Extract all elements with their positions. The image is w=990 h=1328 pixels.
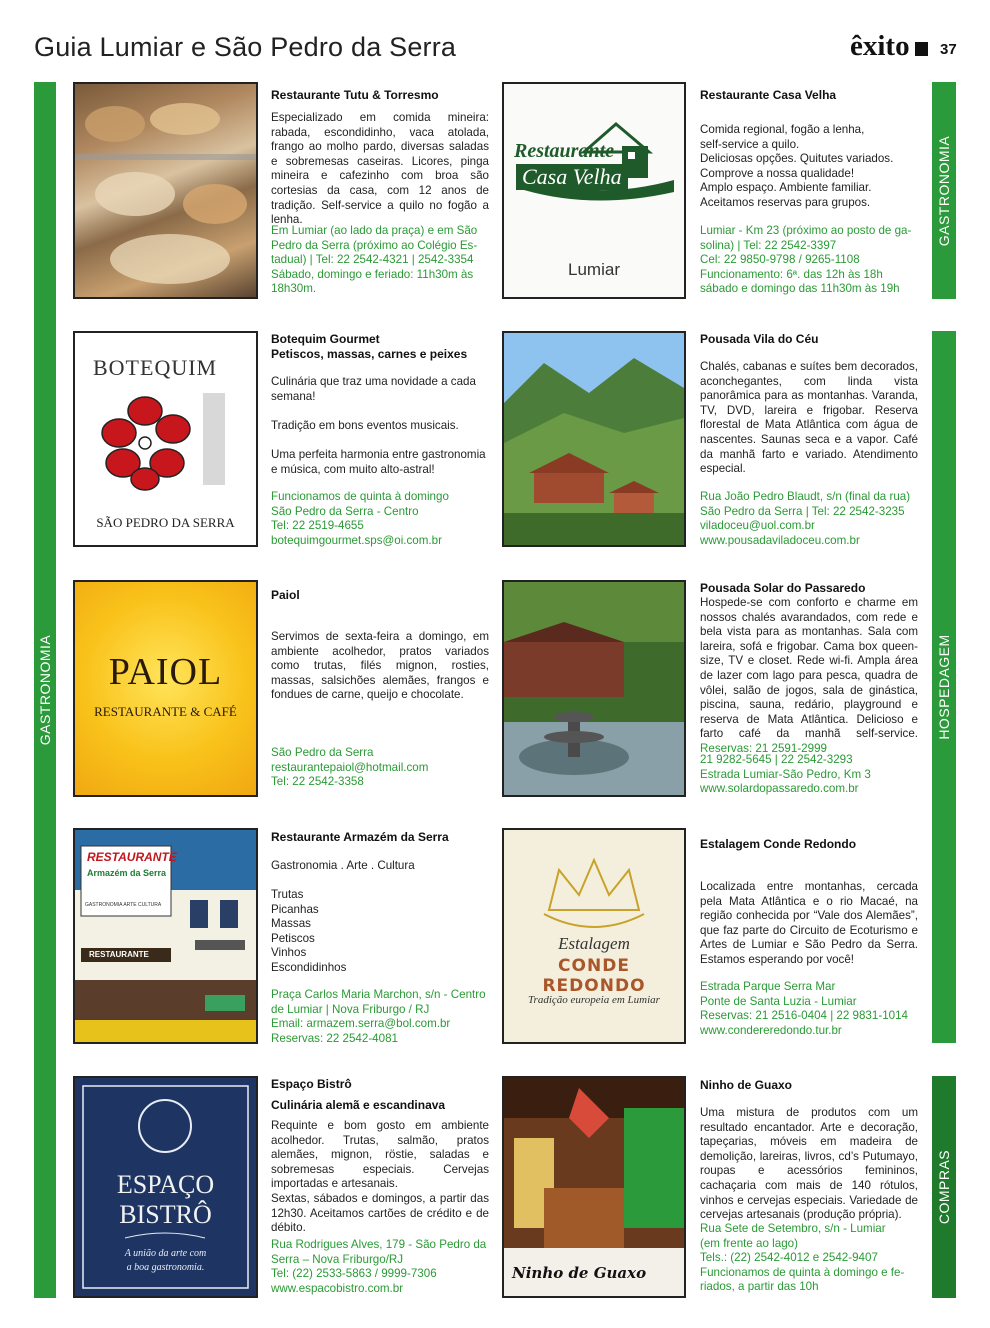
vila-do-ceu-body: Chalés, cabanas e suítes bem decorados, … (700, 360, 918, 476)
armazem-items: Trutas Picanhas Massas Petiscos Vinhos E… (271, 888, 347, 974)
armazem-photo: RESTAURANTE Armazém da Serra GASTRONOMIA… (73, 828, 258, 1044)
solar-body: Hospede-se com conforto e charme em noss… (700, 596, 918, 755)
espaco-bistro-logo: ESPAÇO BISTRÔ A união da arte com a boa … (73, 1076, 258, 1298)
logo-badge (915, 42, 928, 56)
bistro-title: Espaço Bistrô (271, 1077, 352, 1091)
armazem-contact: Praça Carlos Maria Marchon, s/n - Centro… (271, 988, 486, 1045)
casa-velha-title: Restaurante Casa Velha (700, 88, 837, 102)
armazem-sign-3: RESTAURANTE (89, 950, 149, 959)
solar-do-passaredo-photo (502, 580, 686, 797)
bistro-body: Requinte e bom gosto em ambiente acolhed… (271, 1119, 489, 1235)
armazem-sign: RESTAURANTE (87, 850, 177, 864)
armazem-title: Restaurante Armazém da Serra (271, 830, 449, 844)
food-trays-image (75, 103, 256, 284)
casa-velha-logo: Restaurante Casa Velha Lumiar (502, 82, 686, 299)
magazine-logo: êxito (850, 30, 910, 62)
mountain-landscape-image (504, 333, 684, 545)
vila-do-ceu-photo (502, 331, 686, 547)
conde-logo-line1: Estalagem (558, 934, 630, 953)
armazem-sign-sub: GASTRONOMIA ARTE CULTURA (85, 902, 162, 908)
solar-contact: 21 9282-5645 | 22 2542-3293 Estrada Lumi… (700, 753, 871, 796)
right-sidebar-compras: COMPRAS (932, 1076, 956, 1298)
ninho-de-guaxo-photo: Ninho de Guaxo (502, 1076, 686, 1298)
tutu-food-photo (73, 82, 258, 299)
vila-do-ceu-contact: Rua João Pedro Blaudt, s/n (final da rua… (700, 490, 911, 547)
right-sidebar-compras-label: COMPRAS (936, 1149, 952, 1225)
page-title: Guia Lumiar e São Pedro da Serra (34, 32, 457, 62)
botequim-logo-place: SÃO PEDRO DA SERRA (96, 515, 235, 530)
casa-velha-line2: Casa Velha (516, 164, 628, 190)
tutu-title: Restaurante Tutu & Torresmo (271, 88, 439, 102)
bistro-subtitle: Culinária alemã e escandinava (271, 1098, 446, 1112)
left-sidebar-label: GASTRONOMIA (37, 634, 53, 746)
ninho-title: Ninho de Guaxo (700, 1078, 793, 1092)
fountain-garden-image (504, 582, 684, 795)
botequim-logo: BOTEQUIM GOURMET SÃO PEDRO DA SERRA (73, 331, 258, 547)
botequim-subtitle: Petiscos, massas, carnes e peixes (271, 347, 468, 361)
paiol-contact: São Pedro da Serra restaurantepaiol@hotm… (271, 746, 429, 789)
casa-velha-line1: Restaurante (514, 140, 615, 162)
paiol-body: Servimos de sexta-feira a domingo, em am… (271, 630, 489, 702)
ninho-sign: Ninho de Guaxo (512, 1264, 647, 1282)
casa-velha-body: Comida regional, fogão a lenha, self-ser… (700, 123, 894, 209)
right-sidebar-hospedagem: HOSPEDAGEM (932, 331, 956, 1043)
page-number: 37 (940, 41, 957, 58)
vila-do-ceu-title: Pousada Vila do Céu (700, 332, 819, 346)
tutu-body: Especializado em comida mineira: rabada,… (271, 111, 489, 227)
bistro-contact: Rua Rodrigues Alves, 179 - São Pedro da … (271, 1238, 487, 1295)
bistro-logo-line2: BISTRÔ (119, 1200, 212, 1229)
botequim-body: Culinária que traz uma novidade a cada s… (271, 375, 486, 476)
casa-velha-contact: Lumiar - Km 23 (próximo ao posto de ga- … (700, 224, 912, 296)
bistro-logo-tag1: A união da arte com (124, 1248, 207, 1259)
solar-title: Pousada Solar do Passaredo (700, 581, 866, 595)
bistro-logo-line1: ESPAÇO (116, 1170, 215, 1199)
right-sidebar-gastronomia: GASTRONOMIA (932, 82, 956, 299)
armazem-sign-2: Armazém da Serra (87, 868, 167, 878)
ninho-contact: Rua Sete de Setembro, s/n - Lumiar (em f… (700, 1222, 905, 1294)
right-sidebar-gastronomia-label: GASTRONOMIA (936, 135, 952, 246)
conde-logo-line2: CONDE REDONDO (542, 956, 646, 996)
conde-title: Estalagem Conde Redondo (700, 837, 857, 851)
bistro-logo-tag2: a boa gastronomia. (126, 1262, 205, 1273)
paiol-title: Paiol (271, 588, 300, 602)
conde-redondo-logo: Estalagem CONDE REDONDO Tradição europei… (502, 828, 686, 1044)
paiol-logo-title: PAIOL (108, 651, 223, 693)
botequim-contact: Funcionamos de quinta à domingo São Pedr… (271, 490, 449, 547)
right-sidebar-hospedagem-label: HOSPEDAGEM (936, 634, 952, 740)
casa-velha-place: Lumiar (568, 260, 620, 279)
left-sidebar: GASTRONOMIA (34, 82, 56, 1298)
ninho-body: Uma mistura de produtos com um resultado… (700, 1106, 918, 1222)
botequim-logo-side: GOURMET (225, 401, 241, 481)
paiol-logo-sub: RESTAURANTE & CAFÉ (94, 704, 237, 719)
tutu-contact: Em Lumiar (ao lado da praça) e em São Pe… (271, 224, 478, 296)
paiol-logo: PAIOL RESTAURANTE & CAFÉ (73, 580, 258, 797)
armazem-tagline: Gastronomia . Arte . Cultura (271, 859, 415, 872)
conde-logo-tagline: Tradição europeia em Lumiar (528, 994, 660, 1006)
botequim-title: Botequim Gourmet (271, 332, 380, 346)
conde-contact: Estrada Parque Serra Mar Ponte de Santa … (700, 980, 908, 1037)
conde-body: Localizada entre montanhas, cercada pela… (700, 880, 918, 966)
